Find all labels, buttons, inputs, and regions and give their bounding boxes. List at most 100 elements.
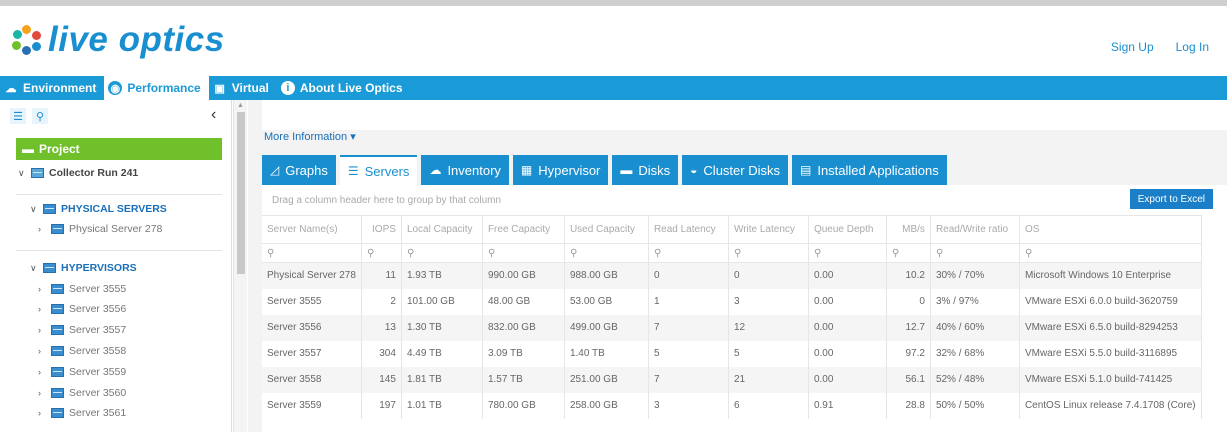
table-cell: 780.00 GB (482, 392, 565, 419)
tab-servers[interactable]: ☰ Servers (339, 155, 418, 185)
column-filter-search-icon[interactable]: ⚲ (564, 243, 649, 263)
live-optics-logo[interactable]: live optics (12, 20, 225, 60)
collapse-sidebar-icon[interactable]: ‹ (211, 106, 216, 124)
chevron-right-icon: › (38, 346, 41, 356)
table-cell: 12 (728, 314, 809, 341)
sidebar-item-server-3557[interactable]: › Server 3557 (38, 324, 126, 336)
column-filter-search-icon[interactable]: ⚲ (930, 243, 1020, 263)
table-row[interactable]: Server 3557 304 4.49 TB 3.09 TB 1.40 TB 5 5 0.0… (262, 340, 1202, 367)
sidebar-item-server-3561[interactable]: › Server 3561 (38, 407, 126, 419)
log-in-link[interactable]: Log In (1176, 40, 1209, 54)
folder-icon: ▬ (22, 142, 34, 156)
main-nav: ☁ Environment ◉ Performance ▣ Virtual i … (0, 76, 1227, 100)
column-header[interactable]: OS (1019, 215, 1202, 244)
tab-installed-applications[interactable]: ▤ Installed Applications (792, 155, 947, 185)
table-cell: 6 (728, 392, 809, 419)
sidebar-item-server-3559[interactable]: › Server 3559 (38, 366, 126, 378)
table-cell: 56.1 (886, 366, 931, 393)
table-cell: 2 (361, 288, 402, 315)
tab-graphs[interactable]: ◿ Graphs (262, 155, 336, 185)
tab-hypervisor[interactable]: ▦ Hypervisor (512, 155, 609, 185)
column-header[interactable]: Used Capacity (564, 215, 649, 244)
table-row[interactable]: Server 3556 13 1.30 TB 832.00 GB 499.00 GB 7 1… (262, 314, 1202, 341)
tab-installed-applications-label: Installed Applications (817, 162, 939, 178)
search-icon[interactable]: ⚲ (32, 108, 48, 124)
column-header[interactable]: Queue Depth (808, 215, 887, 244)
table-cell: 0.00 (808, 262, 887, 289)
hypervisor-group-icon (43, 263, 56, 273)
column-header[interactable]: MB/s (886, 215, 931, 244)
servers-grid: Drag a column header here to group by th… (262, 185, 1227, 432)
column-filter-search-icon[interactable]: ⚲ (808, 243, 887, 263)
column-filter-search-icon[interactable]: ⚲ (482, 243, 565, 263)
table-cell: 0.00 (808, 366, 887, 393)
collector-label: Collector Run 241 (49, 167, 139, 179)
table-cell: 21 (728, 366, 809, 393)
column-header[interactable]: Free Capacity (482, 215, 565, 244)
column-filter-search-icon[interactable]: ⚲ (262, 243, 362, 263)
nav-environment[interactable]: ☁ Environment (0, 76, 104, 100)
column-header[interactable]: Local Capacity (401, 215, 483, 244)
sidebar-scrollbar[interactable]: ▲ (233, 100, 247, 432)
table-cell: 5 (648, 340, 729, 367)
column-filter-search-icon[interactable]: ⚲ (401, 243, 483, 263)
table-cell: VMware ESXi 5.5.0 build-3116895 (1019, 340, 1202, 367)
logo-text: live optics (48, 20, 225, 59)
column-header[interactable]: Read Latency (648, 215, 729, 244)
sidebar-item-server-3556[interactable]: › Server 3556 (38, 303, 126, 315)
column-filter-search-icon[interactable]: ⚲ (361, 243, 402, 263)
project-node[interactable]: ▬ Project (16, 138, 222, 160)
tab-disks[interactable]: ▬ Disks (612, 155, 679, 185)
table-cell: Server 3559 (262, 392, 362, 419)
sidebar-item-server-3558[interactable]: › Server 3558 (38, 345, 126, 357)
group-by-hint: Drag a column header here to group by th… (272, 195, 502, 206)
list-view-icon[interactable]: ☰ (10, 108, 26, 124)
column-filter-search-icon[interactable]: ⚲ (886, 243, 931, 263)
sidebar-item-label: Server 3557 (69, 324, 127, 336)
table-cell: Server 3556 (262, 314, 362, 341)
nav-performance-label: Performance (127, 81, 201, 95)
table-cell: 40% / 60% (930, 314, 1020, 341)
inventory-icon: ☁ (429, 163, 442, 177)
disks-icon: ▬ (620, 163, 633, 177)
nav-performance[interactable]: ◉ Performance (104, 76, 209, 100)
table-row[interactable]: Server 3558 145 1.81 TB 1.57 TB 251.00 GB 7 21… (262, 366, 1202, 393)
table-cell: 52% / 48% (930, 366, 1020, 393)
hypervisors-group[interactable]: ∨ HYPERVISORS (30, 262, 137, 274)
sidebar-item-server-3560[interactable]: › Server 3560 (38, 387, 126, 399)
server-icon (51, 367, 64, 377)
collector-node[interactable]: ∨ Collector Run 241 (18, 167, 138, 179)
column-header[interactable]: Write Latency (728, 215, 809, 244)
more-information-toggle[interactable]: More Information ▾ (264, 130, 356, 143)
sidebar-item-server-3555[interactable]: › Server 3555 (38, 283, 126, 295)
sidebar-item-physical-server-278[interactable]: › Physical Server 278 (38, 223, 162, 235)
logo-mark-icon (12, 25, 42, 55)
tab-cluster-disks[interactable]: ◒ Cluster Disks (682, 155, 788, 185)
physical-servers-group[interactable]: ∨ PHYSICAL SERVERS (30, 203, 167, 215)
chevron-right-icon: › (38, 224, 41, 234)
nav-virtual[interactable]: ▣ Virtual (209, 76, 277, 100)
table-cell: 4.49 TB (401, 340, 483, 367)
column-header[interactable]: Server Name(s) (262, 215, 362, 244)
column-header[interactable]: Read/Write ratio (930, 215, 1020, 244)
table-row[interactable]: Physical Server 278 11 1.93 TB 990.00 GB 988… (262, 262, 1202, 289)
column-header[interactable]: IOPS (361, 215, 402, 244)
tab-inventory[interactable]: ☁ Inventory (421, 155, 509, 185)
sign-up-link[interactable]: Sign Up (1111, 40, 1154, 54)
nav-about[interactable]: i About Live Optics (277, 76, 411, 100)
scrollbar-thumb[interactable] (237, 112, 245, 274)
scroll-up-icon[interactable]: ▲ (237, 102, 244, 109)
chevron-down-icon: ∨ (18, 167, 25, 178)
table-cell: 30% / 70% (930, 262, 1020, 289)
chevron-right-icon: › (38, 304, 41, 314)
table-cell: 48.00 GB (482, 288, 565, 315)
servers-table-body: Physical Server 278 11 1.93 TB 990.00 GB 988… (262, 262, 1202, 419)
export-to-excel-button[interactable]: Export to Excel (1129, 189, 1213, 209)
table-row[interactable]: Server 3555 2 101.00 GB 48.00 GB 53.00 GB 1 3 0… (262, 288, 1202, 315)
column-filter-search-icon[interactable]: ⚲ (1019, 243, 1202, 263)
column-filter-search-icon[interactable]: ⚲ (648, 243, 729, 263)
table-row[interactable]: Server 3559 197 1.01 TB 780.00 GB 258.00 GB 3… (262, 392, 1202, 419)
column-filter-search-icon[interactable]: ⚲ (728, 243, 809, 263)
table-cell: 1.81 TB (401, 366, 483, 393)
table-cell: 3.09 TB (482, 340, 565, 367)
